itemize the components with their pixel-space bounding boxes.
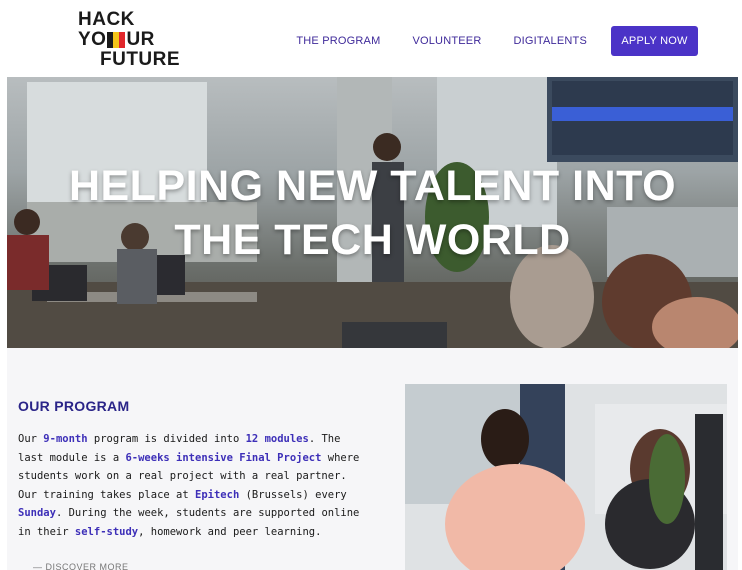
main-nav: THE PROGRAM VOLUNTEER DIGITALENTS APPLY … — [296, 26, 698, 56]
logo-line-1: HACK — [78, 9, 135, 30]
logo-line-2: YO UR — [78, 30, 155, 50]
hyf-logo[interactable]: HACK YO UR FUTURE — [78, 10, 190, 70]
section-title: OUR PROGRAM — [18, 398, 130, 414]
highlight-day: Sunday — [18, 507, 56, 519]
hero-title-line-1: HELPING NEW TALENT INTO — [68, 162, 677, 210]
highlight-modules: 12 modules — [245, 433, 309, 445]
text-part: (Brussels) every — [239, 488, 347, 501]
highlight-final-project: 6-weeks intensive Final Project — [125, 451, 322, 464]
hero-banner: HELPING NEW TALENT INTO THE TECH WORLD — [7, 77, 738, 348]
hero-title: HELPING NEW TALENT INTO THE TECH WORLD — [7, 159, 738, 267]
nav-volunteer[interactable]: VOLUNTEER — [412, 35, 481, 47]
apply-now-button[interactable]: APPLY NOW — [611, 26, 698, 56]
highlight-self-study: self-study — [74, 525, 139, 538]
text-part: , homework and peer learning. — [138, 525, 322, 538]
program-photo — [405, 384, 727, 570]
nav-digitalents[interactable]: DIGITALENTS — [513, 35, 587, 47]
students-photo-image — [405, 384, 727, 570]
highlight-location: Epitech — [195, 488, 240, 501]
site-header: HACK YO UR FUTURE THE PROGRAM VOLUNTEER D… — [0, 0, 742, 77]
program-description: Our 9-month program is divided into 12 m… — [18, 430, 368, 541]
logo-line-2-start: YO — [78, 29, 107, 50]
discover-more-link[interactable]: — DISCOVER MORE — [33, 562, 129, 570]
nav-the-program[interactable]: THE PROGRAM — [296, 35, 380, 47]
text-part: Our — [18, 433, 44, 445]
belgian-flag-icon — [107, 32, 126, 48]
text-part: program is divided into — [87, 433, 246, 445]
highlight-duration: 9-month — [43, 433, 88, 445]
logo-line-2-end: UR — [126, 29, 155, 50]
hero-title-line-2: THE TECH WORLD — [174, 216, 571, 264]
logo-line-3: FUTURE — [100, 49, 181, 70]
